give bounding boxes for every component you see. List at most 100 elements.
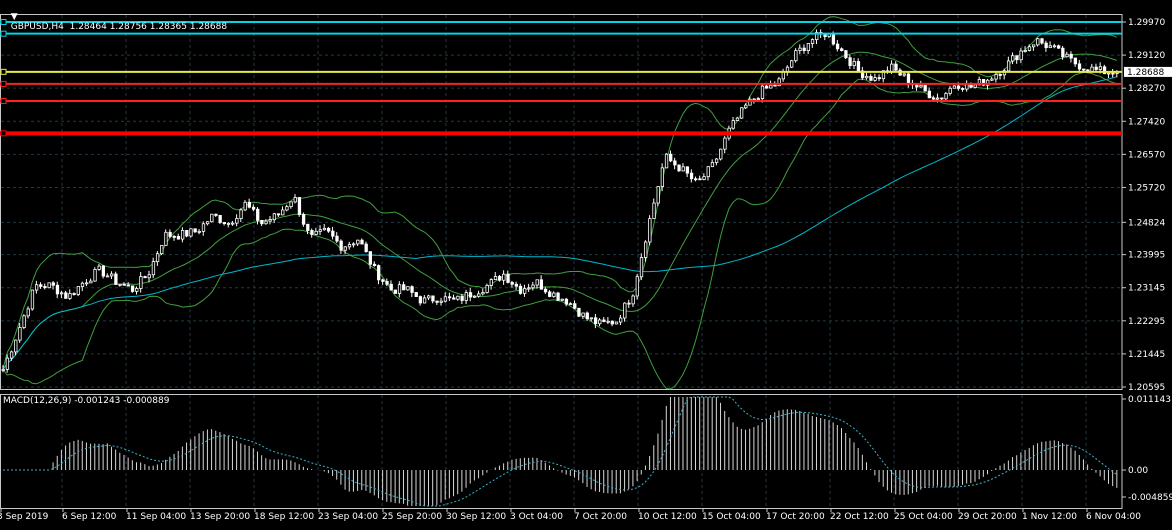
candle-body (685, 166, 690, 174)
candle-body (1040, 38, 1044, 44)
candle-body (1077, 63, 1082, 70)
candle-body (72, 293, 76, 295)
candle-body (756, 98, 760, 100)
price-tick-label: 1.23145 (1128, 284, 1165, 294)
price-tick-label: 1.29120 (1128, 51, 1165, 61)
candle-body (769, 84, 773, 89)
candle-body (669, 153, 673, 162)
candle-body (627, 302, 631, 305)
candle-body (297, 197, 302, 215)
candle-body (139, 276, 143, 289)
candle-body (539, 279, 544, 290)
candle-body (176, 236, 181, 240)
candle-body (548, 291, 552, 297)
candle-body (427, 295, 431, 299)
candle-body (1023, 50, 1027, 52)
candle-body (1006, 60, 1011, 72)
candle-body (472, 295, 477, 298)
candle-body (877, 77, 881, 80)
candle-body (168, 231, 172, 237)
candle-body (218, 215, 222, 223)
candle-body (226, 223, 231, 225)
chart-canvas[interactable]: 1.29970 1.29120 1.28270 1.27420 1.26570 1.257… (0, 0, 1172, 527)
candle-body (22, 315, 26, 328)
candle-body (460, 295, 464, 301)
candle-body (80, 282, 85, 287)
candle-body (468, 292, 473, 298)
candle-body (723, 137, 727, 150)
candle-body (681, 166, 685, 172)
candle-body (923, 84, 927, 92)
candle-body (180, 229, 185, 240)
price-tick-label: 1.21445 (1128, 350, 1165, 360)
candle-body (902, 73, 906, 76)
level-handle-icon[interactable] (0, 80, 7, 87)
candle-body (118, 283, 122, 286)
chart-window[interactable]: 1.29970 1.29120 1.28270 1.27420 1.26570 1.257… (0, 0, 1172, 527)
candle-body (552, 292, 556, 297)
candle-body (293, 197, 297, 203)
candle-body (765, 85, 769, 89)
candle-body (5, 357, 10, 370)
candle-body (735, 117, 740, 121)
candle-body (944, 92, 948, 100)
candle-body (1107, 72, 1111, 75)
candle-body (973, 84, 977, 88)
candle-body (543, 288, 548, 293)
candle-body (210, 213, 214, 223)
candle-body (147, 274, 151, 279)
level-handle-icon[interactable] (0, 130, 7, 137)
candle-body (802, 47, 806, 52)
candle-body (339, 240, 343, 251)
macd-signal-line (3, 396, 1118, 507)
level-handle-icon[interactable] (0, 68, 7, 75)
candle-body (310, 230, 314, 235)
candle-body (493, 276, 498, 281)
candle-body (114, 273, 118, 285)
candle-body (1, 368, 5, 371)
candle-body (435, 300, 439, 303)
candle-body (956, 85, 961, 89)
candle-body (235, 218, 239, 224)
price-tick-label: 1.24824 (1128, 218, 1165, 228)
candle-body (1061, 47, 1065, 58)
time-axis-label: 22 Oct 12:00 (830, 512, 889, 522)
bollinger-middle (2, 51, 1117, 370)
collapse-arrow-icon[interactable]: ▼ (11, 12, 18, 22)
macd-title: MACD(12,26,9) -0.001243 -0.000889 (3, 396, 170, 406)
candle-body (1015, 55, 1019, 61)
candle-body (281, 209, 285, 216)
candle-body (431, 295, 435, 302)
price-tick-label: 1.27420 (1128, 117, 1165, 127)
candle-body (185, 229, 189, 237)
price-tick-label: 1.20595 (1128, 383, 1165, 393)
candle-body (439, 300, 443, 303)
candle-body (773, 84, 777, 87)
candle-body (844, 50, 848, 59)
time-axis-label: 6 Nov 04:00 (1086, 512, 1141, 522)
candle-body (714, 158, 719, 163)
candle-body (356, 239, 360, 245)
candle-body (30, 289, 35, 310)
time-axis-label: 6 Sep 12:00 (62, 512, 117, 522)
candle-body (201, 223, 206, 232)
candle-body (418, 296, 423, 304)
macd-tick-label: -0.004859 (1128, 493, 1172, 503)
candle-body (289, 201, 293, 208)
candle-body (1057, 45, 1061, 49)
candle-body (239, 209, 243, 219)
candle-body (673, 160, 677, 166)
candle-body (385, 281, 389, 285)
candle-body (606, 320, 610, 323)
candle-body (527, 287, 531, 290)
candle-body (589, 317, 594, 320)
level-handle-icon[interactable] (0, 98, 7, 105)
candle-body (247, 201, 252, 208)
candle-body (1073, 57, 1078, 65)
candle-body (1098, 66, 1103, 70)
candle-body (381, 279, 385, 282)
candle-body (130, 285, 135, 292)
price-tick-label: 1.28270 (1128, 84, 1165, 94)
time-axis-label: 25 Oct 04:00 (894, 512, 953, 522)
candle-body (915, 84, 919, 88)
